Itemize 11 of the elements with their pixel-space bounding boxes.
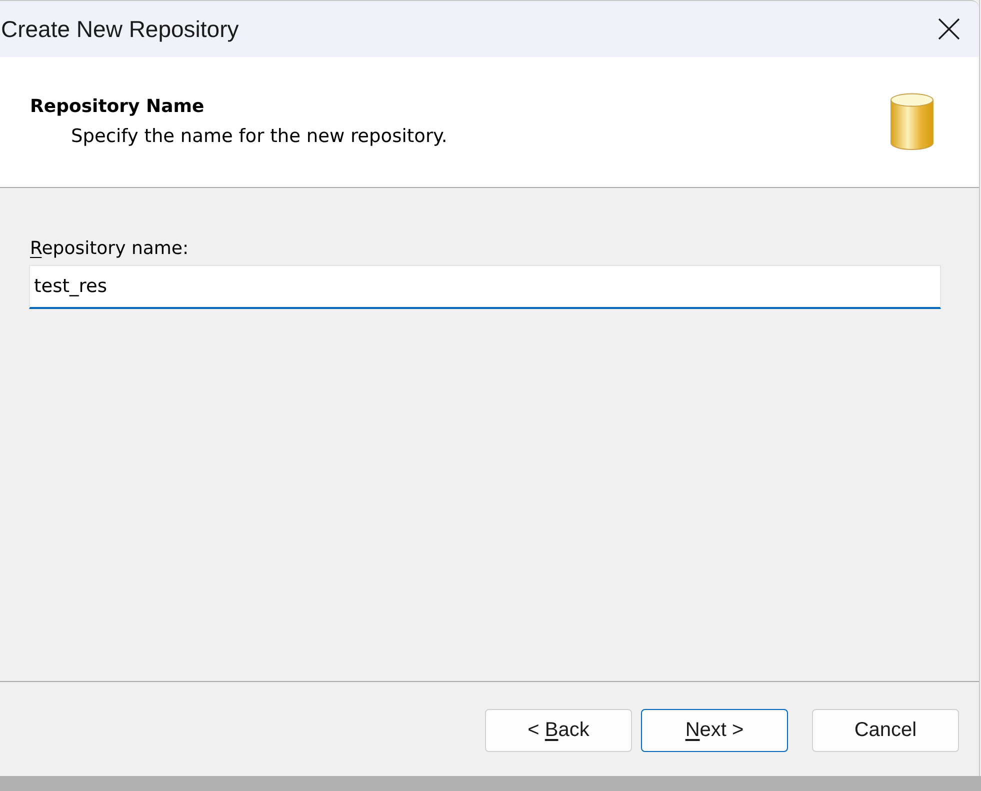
- window-title: Create New Repository: [0, 16, 239, 42]
- page-description: Specify the name for the new repository.: [70, 126, 448, 147]
- database-icon: [890, 93, 934, 151]
- close-icon: [938, 18, 960, 40]
- page-heading: Repository Name: [30, 96, 204, 117]
- next-button[interactable]: Next >: [641, 709, 788, 752]
- repository-name-field[interactable]: test_res: [29, 265, 941, 309]
- close-button[interactable]: [938, 18, 960, 40]
- cancel-button[interactable]: Cancel: [812, 709, 959, 752]
- field-label: Repository name:: [30, 238, 189, 259]
- back-button[interactable]: < Back: [485, 709, 632, 752]
